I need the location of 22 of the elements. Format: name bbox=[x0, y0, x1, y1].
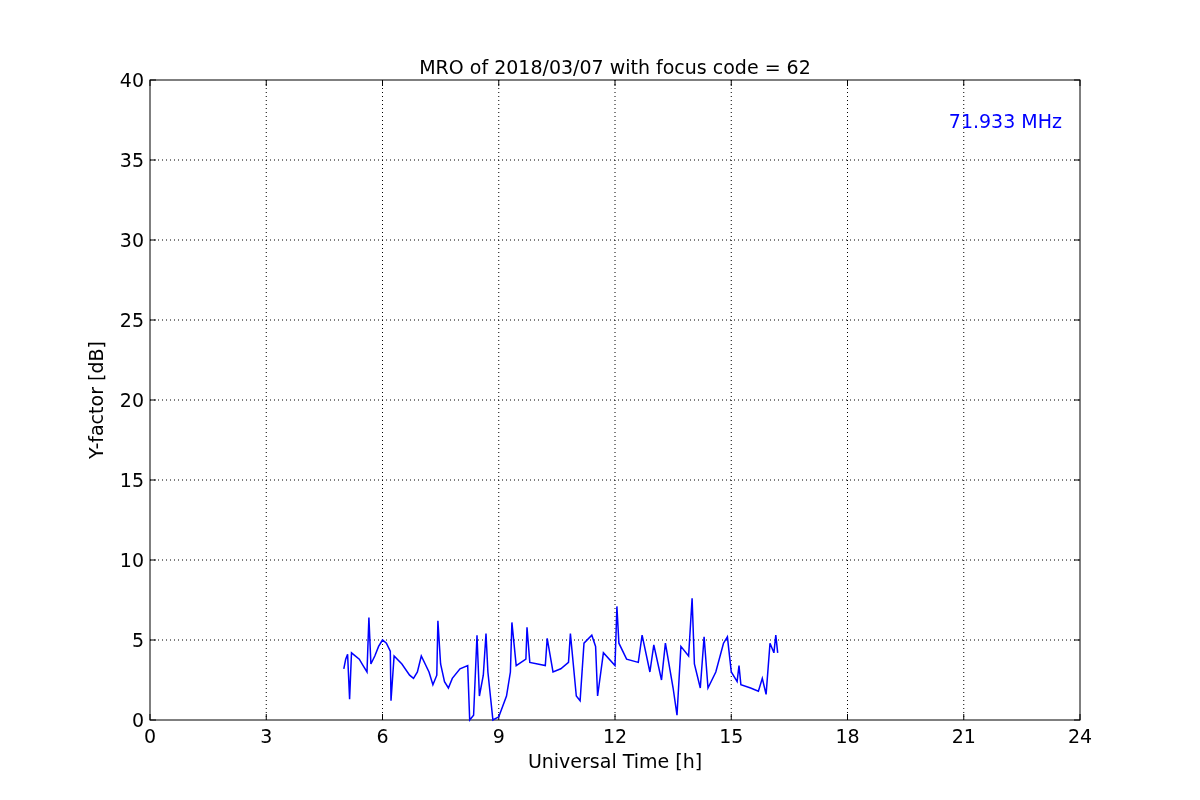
y-tick-label: 20 bbox=[119, 389, 144, 411]
frequency-annotation: 71.933 MHz bbox=[948, 110, 1062, 132]
x-tick-label: 12 bbox=[602, 725, 628, 747]
x-tick-label: 6 bbox=[376, 725, 389, 747]
x-tick-label: 9 bbox=[492, 725, 505, 747]
y-tick-label: 15 bbox=[119, 469, 144, 491]
x-tick-label: 24 bbox=[1067, 725, 1093, 747]
y-tick-label: 5 bbox=[131, 629, 144, 651]
y-tick-label: 30 bbox=[119, 229, 144, 251]
x-tick-label: 0 bbox=[143, 725, 157, 747]
x-tick-label: 18 bbox=[835, 725, 860, 747]
y-tick-label: 10 bbox=[119, 549, 144, 571]
y-tick-label: 40 bbox=[119, 69, 144, 91]
y-tick-label: 0 bbox=[131, 709, 144, 731]
x-tick-label: 21 bbox=[951, 725, 976, 747]
x-tick-label: 15 bbox=[719, 725, 744, 747]
x-axis-label: Universal Time [h] bbox=[527, 750, 703, 772]
x-tick-label: 3 bbox=[260, 725, 273, 747]
y-tick-label: 25 bbox=[119, 309, 144, 331]
y-tick-label: 35 bbox=[119, 149, 144, 171]
y-axis-label: Y-factor [dB] bbox=[85, 341, 107, 459]
chart-title: MRO of 2018/03/07 with focus code = 62 bbox=[419, 56, 811, 78]
